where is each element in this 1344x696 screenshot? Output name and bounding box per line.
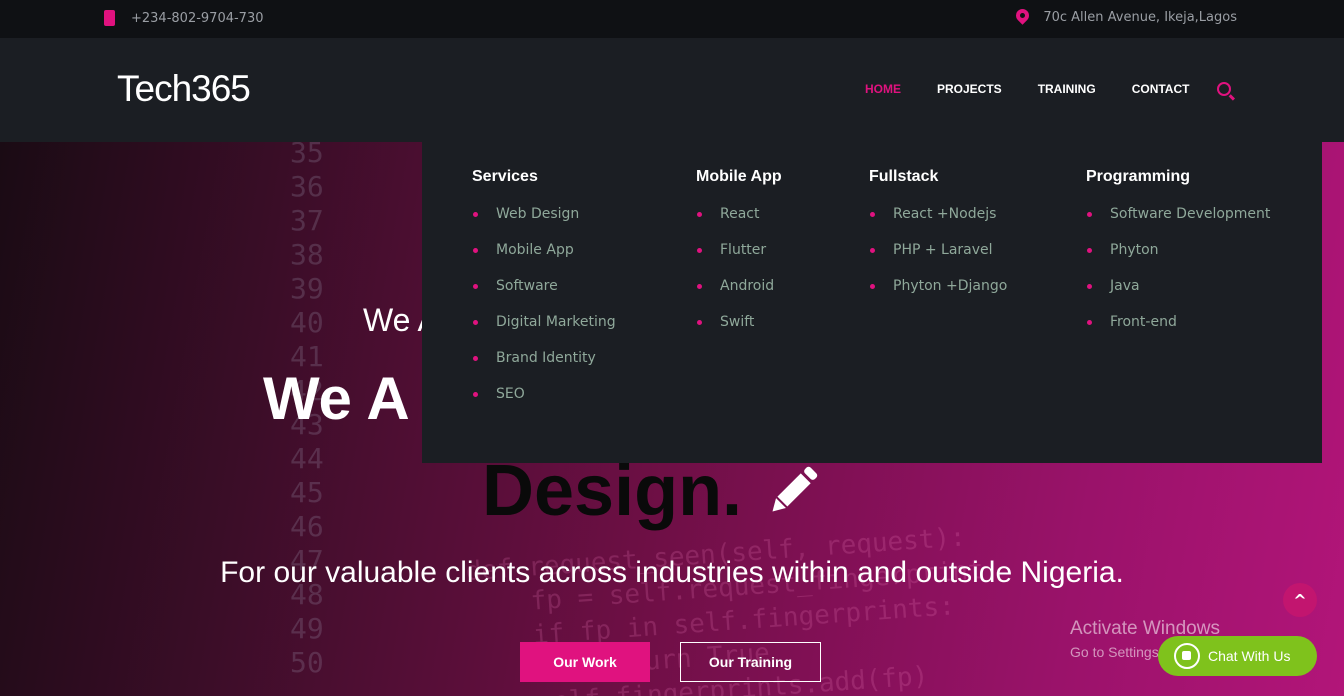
- bullet-icon: [870, 212, 875, 217]
- menu-item[interactable]: React +Nodejs: [869, 206, 1007, 242]
- bullet-icon: [870, 284, 875, 289]
- menu-column-mobile-app: Mobile App React Flutter Android Swift: [696, 168, 782, 350]
- line-number: 39: [290, 272, 324, 305]
- line-number: 45: [290, 476, 324, 509]
- mega-menu: Services Web Design Mobile App Software …: [422, 142, 1322, 463]
- phone-number: +234-802-9704-730: [131, 10, 264, 26]
- bullet-icon: [473, 248, 478, 253]
- line-number: 35: [290, 142, 324, 169]
- menu-column-title: Mobile App: [696, 168, 782, 185]
- scroll-to-top-button[interactable]: ^: [1283, 583, 1317, 617]
- menu-item[interactable]: React: [696, 206, 782, 242]
- chat-label: Chat With Us: [1208, 648, 1291, 664]
- line-number: 38: [290, 238, 324, 271]
- menu-item[interactable]: Java: [1086, 278, 1270, 314]
- menu-item[interactable]: Phyton +Django: [869, 278, 1007, 314]
- pencil-icon: [772, 466, 818, 512]
- main-nav: HOME PROJECTS TRAINING CONTACT: [865, 82, 1232, 96]
- menu-item[interactable]: Android: [696, 278, 782, 314]
- whatsapp-chat-button[interactable]: Chat With Us: [1158, 636, 1317, 676]
- menu-item[interactable]: Brand Identity: [472, 350, 616, 386]
- menu-column-fullstack: Fullstack React +Nodejs PHP + Laravel Ph…: [869, 168, 1007, 314]
- site-header: Tech365 HOME PROJECTS TRAINING CONTACT: [0, 38, 1344, 142]
- bullet-icon: [473, 212, 478, 217]
- menu-item[interactable]: Mobile App: [472, 242, 616, 278]
- bullet-icon: [697, 284, 702, 289]
- bullet-icon: [473, 392, 478, 397]
- bullet-icon: [1087, 248, 1092, 253]
- bullet-icon: [1087, 284, 1092, 289]
- menu-item[interactable]: Phyton: [1086, 242, 1270, 278]
- menu-item[interactable]: SEO: [472, 386, 616, 422]
- hero-big-heading: We A: [263, 365, 410, 432]
- our-work-button[interactable]: Our Work: [520, 642, 650, 682]
- menu-item[interactable]: Software: [472, 278, 616, 314]
- menu-column-title: Programming: [1086, 168, 1191, 185]
- menu-item[interactable]: Digital Marketing: [472, 314, 616, 350]
- top-bar: +234-802-9704-730 70c Allen Avenue, Ikej…: [0, 0, 1344, 38]
- nav-training[interactable]: TRAINING: [1038, 82, 1096, 96]
- phone-contact[interactable]: +234-802-9704-730: [104, 10, 264, 26]
- search-icon[interactable]: [1217, 82, 1232, 96]
- menu-item[interactable]: Flutter: [696, 242, 782, 278]
- bullet-icon: [697, 320, 702, 325]
- line-number: 36: [290, 170, 324, 203]
- bullet-icon: [473, 284, 478, 289]
- bullet-icon: [697, 248, 702, 253]
- nav-projects[interactable]: PROJECTS: [937, 82, 1002, 96]
- line-number: 50: [290, 646, 324, 679]
- bullet-icon: [473, 356, 478, 361]
- bullet-icon: [1087, 212, 1092, 217]
- hero-subtitle: For our valuable clients across industri…: [220, 556, 1124, 589]
- nav-home[interactable]: HOME: [865, 82, 901, 96]
- line-number: 44: [290, 442, 324, 475]
- menu-item[interactable]: Swift: [696, 314, 782, 350]
- bullet-icon: [1087, 320, 1092, 325]
- nav-contact[interactable]: CONTACT: [1132, 82, 1190, 96]
- logo[interactable]: Tech365: [117, 68, 251, 110]
- menu-column-programming: Programming Software Development Phyton …: [1086, 168, 1270, 350]
- line-number: 46: [290, 510, 324, 543]
- line-number: 40: [290, 306, 324, 339]
- menu-item[interactable]: PHP + Laravel: [869, 242, 1007, 278]
- address-contact: 70c Allen Avenue, Ikeja,Lagos: [1013, 6, 1237, 25]
- menu-column-services: Services Web Design Mobile App Software …: [472, 168, 616, 422]
- menu-item[interactable]: Front-end: [1086, 314, 1270, 350]
- bullet-icon: [473, 320, 478, 325]
- line-number: 37: [290, 204, 324, 237]
- address-text: 70c Allen Avenue, Ikeja,Lagos: [1043, 10, 1237, 25]
- phone-icon: [104, 10, 115, 26]
- whatsapp-icon: [1174, 643, 1200, 669]
- our-training-button[interactable]: Our Training: [680, 642, 821, 682]
- menu-item[interactable]: Software Development: [1086, 206, 1270, 242]
- menu-column-title: Fullstack: [869, 168, 939, 185]
- line-number: 49: [290, 612, 324, 645]
- bullet-icon: [870, 248, 875, 253]
- bullet-icon: [697, 212, 702, 217]
- menu-column-title: Services: [472, 168, 538, 185]
- menu-item[interactable]: Web Design: [472, 206, 616, 242]
- map-pin-icon: [1013, 6, 1033, 25]
